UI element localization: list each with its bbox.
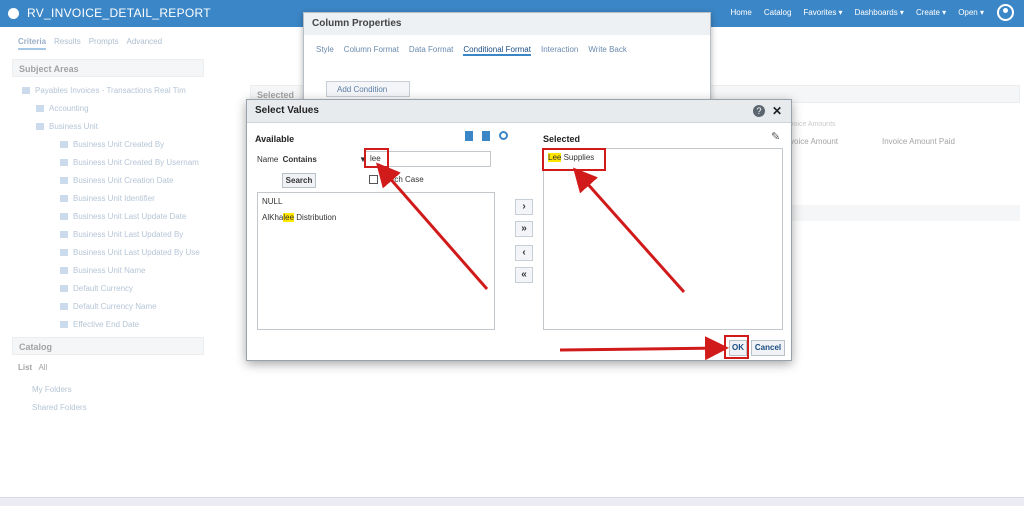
annotation-box-selected <box>542 148 606 171</box>
annotation-arrow-selected <box>573 167 686 293</box>
bottom-strip <box>0 497 1024 506</box>
annotation-arrow-search <box>376 162 489 290</box>
annotation-arrow-ok <box>559 336 729 361</box>
annotation-overlay <box>364 148 749 361</box>
annotation-box-ok <box>724 335 749 359</box>
annotation-box-search <box>364 148 389 168</box>
